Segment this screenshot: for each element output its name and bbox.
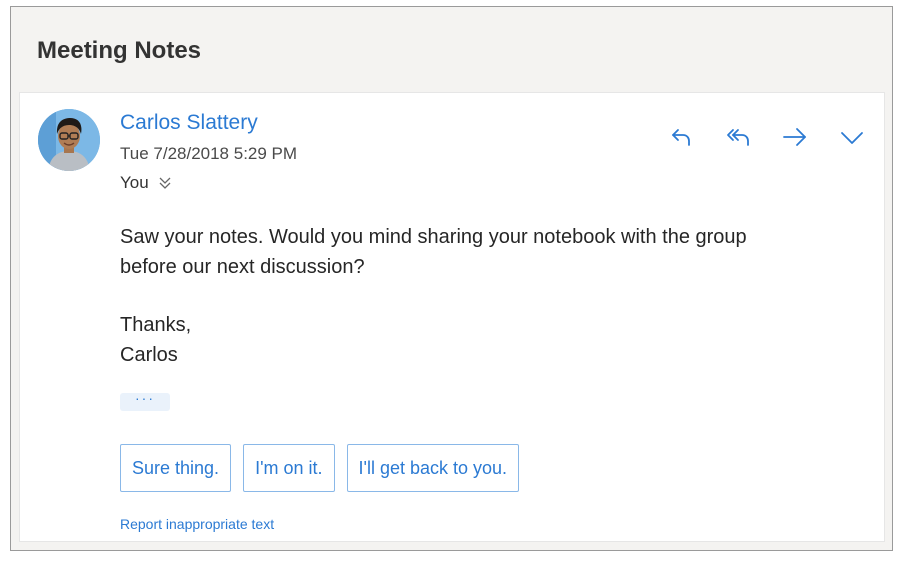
person-avatar-icon	[38, 109, 100, 171]
suggested-reply-button[interactable]: I'm on it.	[243, 444, 335, 492]
reading-pane: Meeting Notes Carlos Slattery Tue 7/28/2…	[10, 6, 893, 551]
body-line: before our next discussion?	[120, 256, 365, 278]
report-inappropriate-link[interactable]: Report inappropriate text	[120, 516, 274, 532]
sender-name[interactable]: Carlos Slattery	[120, 111, 258, 135]
email-subject: Meeting Notes	[37, 37, 202, 64]
suggested-replies: Sure thing. I'm on it. I'll get back to …	[120, 444, 520, 492]
show-more-button[interactable]: ···	[120, 391, 170, 411]
forward-icon[interactable]	[777, 119, 813, 155]
chevron-down-icon[interactable]	[834, 119, 870, 155]
avatar[interactable]	[38, 109, 100, 171]
sent-date: Tue 7/28/2018 5:29 PM	[120, 144, 298, 163]
body-line: Saw your notes. Would you mind sharing y…	[120, 226, 747, 248]
message-body: Saw your notes. Would you mind sharing y…	[120, 222, 840, 370]
suggested-reply-button[interactable]: Sure thing.	[120, 444, 232, 492]
suggested-reply-button[interactable]: I'll get back to you.	[346, 444, 520, 492]
message-card: Carlos Slattery Tue 7/28/2018 5:29 PM Yo…	[19, 92, 885, 542]
expand-recipients-icon[interactable]	[157, 175, 173, 191]
reply-all-icon[interactable]	[720, 119, 756, 155]
reply-icon[interactable]	[663, 119, 699, 155]
signoff-line: Thanks,	[120, 314, 192, 336]
message-actions	[663, 119, 870, 155]
recipient-line: You	[120, 173, 173, 193]
recipient: You	[120, 173, 149, 192]
signoff-line: Carlos	[120, 344, 178, 366]
